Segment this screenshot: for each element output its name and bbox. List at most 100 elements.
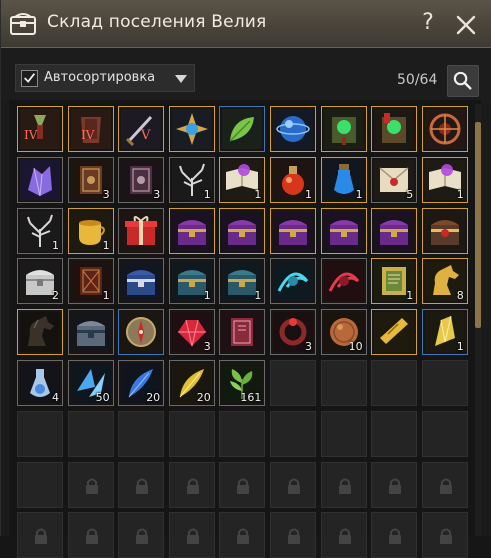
red-swirl-icon — [323, 261, 364, 302]
empty-slot[interactable] — [371, 360, 418, 406]
empty-slot[interactable] — [219, 410, 266, 457]
item-slot[interactable] — [371, 106, 418, 152]
item-slot[interactable]: 3 — [118, 156, 165, 203]
locked-slot — [118, 512, 165, 558]
item-slot[interactable]: 3 — [168, 309, 215, 356]
item-slot[interactable]: 1 — [421, 309, 468, 356]
lock-icon — [186, 478, 199, 494]
empty-slot[interactable] — [421, 360, 468, 406]
item-slot[interactable]: 1 — [168, 156, 215, 203]
item-slot[interactable] — [17, 156, 63, 203]
item-slot[interactable] — [168, 207, 215, 254]
item-slot[interactable]: 4 — [17, 360, 63, 406]
item-slot[interactable]: 1 — [270, 156, 316, 203]
empty-slot[interactable] — [17, 410, 63, 457]
locked-slot — [219, 512, 266, 558]
steel-chest-icon — [70, 312, 111, 353]
item-slot[interactable] — [371, 207, 418, 254]
item-slot[interactable]: 20 — [168, 360, 215, 406]
item-slot[interactable] — [67, 309, 114, 356]
empty-slot[interactable] — [320, 410, 367, 457]
item-slot[interactable]: 3 — [270, 309, 316, 356]
empty-slot[interactable] — [371, 410, 418, 457]
chevron-down-icon[interactable] — [174, 74, 188, 84]
empty-slot[interactable] — [320, 360, 367, 406]
storage-chest-icon — [10, 13, 36, 35]
capacity-counter: 50/64 — [397, 72, 438, 88]
purple-chest-icon — [222, 210, 263, 251]
item-slot[interactable] — [219, 106, 266, 152]
item-slot[interactable] — [320, 258, 367, 305]
item-slot[interactable]: 2 — [17, 258, 63, 305]
item-slot[interactable] — [371, 309, 418, 356]
storage-window: Склад поселения Велия ? Автосортировка 5… — [0, 0, 491, 558]
item-slot[interactable]: 8 — [421, 258, 468, 305]
autosort-dropdown[interactable]: Автосортировка — [15, 64, 195, 92]
item-slot[interactable]: 5 — [371, 156, 418, 203]
item-slot[interactable] — [17, 309, 63, 356]
title-bar[interactable]: Склад поселения Велия ? — [1, 0, 491, 48]
item-quantity: 1 — [406, 289, 414, 303]
item-slot[interactable]: 1 — [17, 207, 63, 254]
empty-slot[interactable] — [67, 410, 114, 457]
item-slot[interactable] — [219, 309, 266, 356]
item-slot[interactable] — [320, 207, 367, 254]
item-slot[interactable]: 10 — [320, 309, 367, 356]
item-quantity: 1 — [52, 238, 59, 252]
empty-slot[interactable] — [17, 461, 63, 508]
item-slot[interactable] — [219, 207, 266, 254]
blue-orb-icon — [273, 109, 313, 149]
item-slot[interactable]: 161 — [219, 360, 266, 406]
window-title: Склад поселения Велия — [47, 12, 267, 32]
locked-slot — [421, 512, 468, 558]
item-slot[interactable]: 1 — [320, 156, 367, 203]
svg-text:IV: IV — [81, 128, 95, 142]
lock-icon — [439, 478, 452, 494]
item-slot[interactable] — [270, 258, 316, 305]
item-slot[interactable] — [118, 258, 165, 305]
item-slot[interactable]: 3 — [67, 156, 114, 203]
lock-icon — [85, 478, 98, 494]
item-slot[interactable]: V — [118, 106, 165, 152]
scrollbar-thumb[interactable] — [475, 122, 481, 328]
gift-box-icon — [121, 210, 162, 251]
item-slot[interactable] — [270, 207, 316, 254]
item-quantity: 8 — [456, 289, 464, 303]
locked-slot — [270, 512, 316, 558]
accessory-iv-icon: IV — [20, 109, 60, 149]
empty-slot[interactable] — [168, 410, 215, 457]
item-slot[interactable] — [421, 207, 468, 254]
item-slot[interactable]: 1 — [219, 156, 266, 203]
item-slot[interactable] — [320, 106, 367, 152]
item-slot[interactable]: 1 — [67, 207, 114, 254]
locked-slot — [320, 461, 367, 508]
empty-slot[interactable] — [270, 410, 316, 457]
close-icon[interactable] — [453, 12, 479, 38]
item-slot[interactable]: 1 — [421, 156, 468, 203]
item-slot[interactable] — [270, 106, 316, 152]
locked-slot — [17, 512, 63, 558]
item-slot[interactable]: 20 — [118, 360, 165, 406]
item-slot[interactable]: 1 — [67, 258, 114, 305]
empty-slot[interactable] — [270, 360, 316, 406]
item-slot[interactable]: IV — [17, 106, 63, 152]
empty-slot[interactable] — [118, 410, 165, 457]
item-slot[interactable] — [118, 207, 165, 254]
item-slot[interactable] — [421, 106, 468, 152]
checkmark-icon — [24, 73, 36, 83]
item-quantity: 1 — [102, 238, 110, 252]
item-slot[interactable]: 50 — [67, 360, 114, 406]
item-slot[interactable] — [118, 309, 165, 356]
item-quantity: 1 — [102, 289, 110, 303]
help-button[interactable]: ? — [417, 8, 439, 38]
item-slot[interactable]: 1 — [168, 258, 215, 305]
item-slot[interactable]: IV — [67, 106, 114, 152]
purple-chest-icon — [171, 210, 212, 251]
search-button[interactable] — [447, 65, 479, 97]
item-quantity: 1 — [254, 289, 262, 303]
item-slot[interactable]: 1 — [371, 258, 418, 305]
item-slot[interactable]: 1 — [219, 258, 266, 305]
autosort-checkbox[interactable] — [21, 70, 38, 87]
item-slot[interactable] — [168, 106, 215, 152]
empty-slot[interactable] — [421, 410, 468, 457]
